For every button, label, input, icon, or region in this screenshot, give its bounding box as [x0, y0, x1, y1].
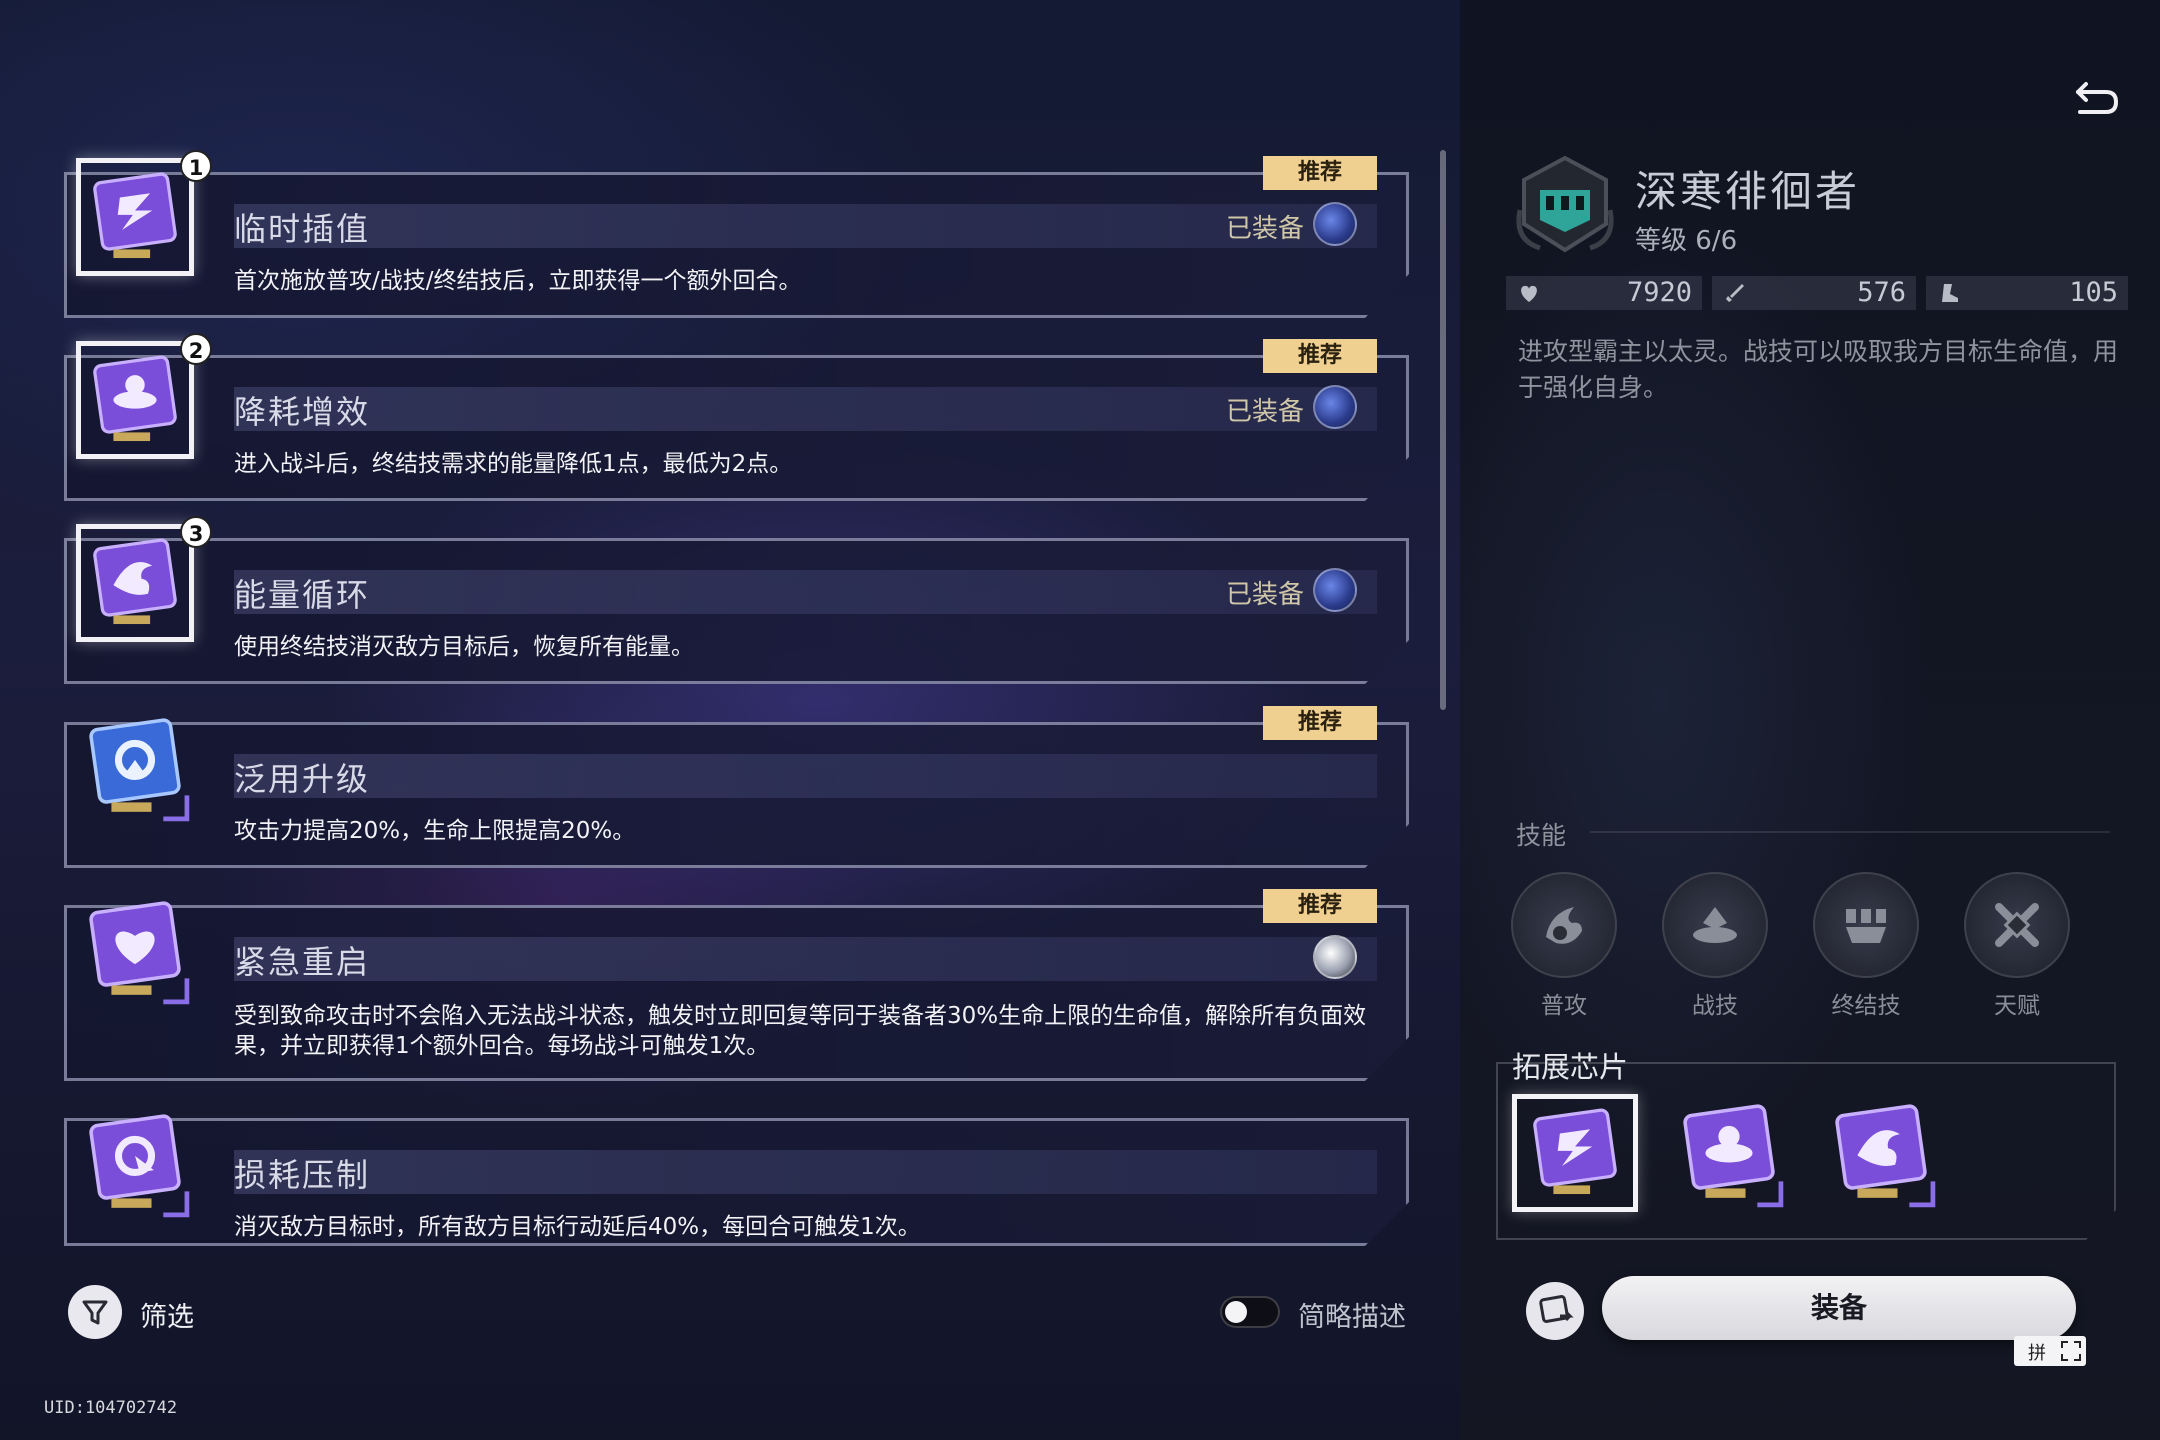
chip-title: 紧急重启: [234, 943, 371, 981]
enemy-description: 进攻型霸主以太灵。战技可以吸取我方目标生命值，用于强化自身。: [1518, 337, 2119, 402]
chip-description: 首次施放普攻/战技/终结技后，立即获得一个额外回合。: [234, 268, 802, 294]
basic-attack-icon: [1546, 907, 1582, 944]
recommended-badge: 推荐: [1263, 156, 1377, 190]
equipped-character-avatar: [1313, 202, 1357, 246]
title-bar: [234, 754, 1377, 798]
expansion-chips-title: 拓展芯片: [1512, 1050, 1629, 1084]
chip-icon: [76, 341, 194, 459]
input-method-glyph: 拼: [2028, 1343, 2046, 1364]
skill-icon: [1693, 907, 1737, 943]
title-bar: [234, 937, 1377, 981]
filter-icon: [82, 1300, 108, 1325]
recommended-badge: 推荐: [1263, 339, 1377, 373]
chip-description: 进入战斗后，终结技需求的能量降低1点，最低为2点。: [234, 451, 793, 477]
chip-description: 攻击力提高20%，生命上限提高20%。: [234, 818, 636, 844]
hp-stat: 7920: [1506, 276, 1702, 310]
ultimate-icon: [1846, 909, 1886, 943]
section-divider: [1590, 831, 2110, 833]
enemy-name: 深寒徘徊者: [1635, 167, 1861, 216]
skill-label: 普攻: [1541, 993, 1587, 1019]
title-bar: [234, 1150, 1377, 1194]
hp-value: 7920: [1626, 277, 1692, 308]
chip-title: 降耗增效: [234, 393, 371, 431]
title-bar: [234, 387, 1377, 431]
chip-description: 使用终结技消灭敌方目标后，恢复所有能量。: [234, 634, 694, 660]
recommended-badge: 推荐: [1263, 706, 1377, 740]
chip-icon: [76, 524, 194, 642]
list-scrollbar[interactable]: [1440, 150, 1446, 710]
recommended-badge: 推荐: [1263, 889, 1377, 923]
filter-label[interactable]: 筛选: [140, 1295, 194, 1334]
skill-battle-skill[interactable]: 战技: [1659, 872, 1771, 1020]
slot-number-badge: 1: [180, 150, 212, 182]
brief-description-toggle[interactable]: [1220, 1296, 1280, 1328]
speed-value: 105: [2069, 277, 2118, 308]
skill-label: 天赋: [1994, 993, 2040, 1019]
toggle-knob: [1225, 1301, 1247, 1323]
fullscreen-icon: [2061, 1341, 2081, 1361]
slot-number-badge: 3: [180, 516, 212, 548]
enemy-level: 等级 6/6: [1635, 226, 1738, 256]
chip-icon: [1533, 1108, 1617, 1195]
filter-button[interactable]: [68, 1285, 122, 1339]
equip-button[interactable]: 装备: [1602, 1276, 2076, 1340]
expansion-slot-3[interactable]: [1818, 1094, 1944, 1212]
chip-icon: [76, 1104, 194, 1222]
character-avatar: [1313, 935, 1357, 979]
chip-description: 消灭敌方目标时，所有敌方目标行动延后40%，每回合可触发1次。: [234, 1214, 921, 1240]
equipped-label: 已装备: [1225, 397, 1304, 427]
chip-icon: [76, 708, 194, 826]
skill-ultimate[interactable]: 终结技: [1810, 872, 1922, 1020]
uid-label: UID:104702742: [44, 1398, 178, 1418]
quick-equip-button[interactable]: [1526, 1282, 1584, 1340]
skill-label: 终结技: [1831, 993, 1901, 1019]
equipped-character-avatar: [1313, 568, 1357, 612]
chip-card[interactable]: 损耗压制 消灭敌方目标时，所有敌方目标行动延后40%，每回合可触发1次。: [64, 1096, 1409, 1246]
title-bar: [234, 204, 1377, 248]
skill-talent[interactable]: 天赋: [1961, 872, 2073, 1020]
chip-title: 泛用升级: [234, 760, 371, 798]
brief-description-label[interactable]: 简略描述: [1298, 1295, 1406, 1334]
expansion-slot-2[interactable]: [1666, 1094, 1792, 1212]
chip-title: 损耗压制: [234, 1156, 371, 1194]
boss-emblem-icon: [1516, 155, 1614, 253]
back-icon[interactable]: [2068, 70, 2124, 126]
speed-stat: 105: [1926, 276, 2128, 310]
chip-card[interactable]: 推荐 紧急重启 受到致命攻击时不会陷入无法战斗状态，触发时立即回复等同于装备者3…: [64, 883, 1409, 1081]
equipped-character-avatar: [1313, 385, 1357, 429]
chip-card[interactable]: 推荐 临时插值 已装备 首次施放普攻/战技/终结技后，立即获得一个额外回合。 1: [64, 150, 1409, 318]
chip-description: 受到致命攻击时不会陷入无法战斗状态，触发时立即回复等同于装备者30%生命上限的生…: [234, 1003, 1367, 1059]
chip-swap-icon: [1539, 1295, 1574, 1323]
heart-icon: [1521, 285, 1537, 302]
chip-card[interactable]: 能量循环 已装备 使用终结技消灭敌方目标后，恢复所有能量。 3: [64, 516, 1409, 684]
chip-card[interactable]: 推荐 泛用升级 攻击力提高20%，生命上限提高20%。: [64, 700, 1409, 868]
chip-icon: [1683, 1104, 1784, 1208]
title-bar: [234, 570, 1377, 614]
chip-icon: [1835, 1104, 1936, 1208]
chip-icon: [76, 158, 194, 276]
sword-icon: [1726, 284, 1744, 302]
keyboard-toggle-icon[interactable]: 拼: [2014, 1336, 2086, 1366]
chip-title: 能量循环: [234, 576, 371, 614]
expansion-slot-1[interactable]: [1512, 1094, 1638, 1212]
skills-section-label: 技能: [1516, 821, 1567, 850]
chip-title: 临时插值: [234, 210, 371, 248]
equipped-label: 已装备: [1225, 580, 1304, 610]
attack-value: 576: [1857, 277, 1906, 308]
slot-number-badge: 2: [180, 333, 212, 365]
attack-stat: 576: [1712, 276, 1916, 310]
equipped-label: 已装备: [1225, 214, 1304, 244]
chip-card[interactable]: 推荐 降耗增效 已装备 进入战斗后，终结技需求的能量降低1点，最低为2点。 2: [64, 333, 1409, 501]
boot-icon: [1942, 284, 1958, 302]
skill-basic-attack[interactable]: 普攻: [1508, 872, 1620, 1020]
talent-icon: [1995, 903, 2039, 947]
chip-icon: [76, 891, 194, 1009]
skill-label: 战技: [1692, 993, 1738, 1019]
